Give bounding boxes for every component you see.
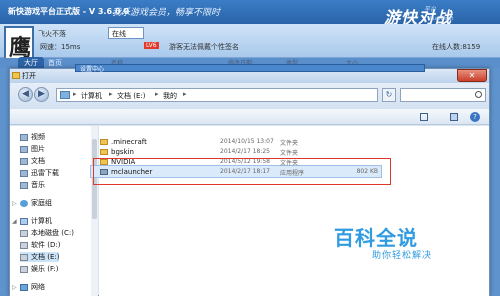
view-options-icon[interactable] <box>420 113 428 121</box>
file-type: 文件夹 <box>280 140 299 147</box>
app-header <box>0 24 500 58</box>
nav-item-documents[interactable]: 文档 <box>20 156 45 166</box>
file-row[interactable]: bgskin 2014/2/17 18:25 文件夹 <box>90 147 380 157</box>
nav-item-drive-e[interactable]: 文档 (E:) <box>20 252 60 262</box>
close-button[interactable]: ✕ <box>457 69 487 82</box>
drive-icon <box>20 229 28 237</box>
breadcrumb-separator: ▸ <box>73 90 77 98</box>
ping-readout: 网速：15ms <box>40 43 81 51</box>
toolbar: ? <box>10 109 489 125</box>
drive-icon <box>20 253 28 261</box>
app-slogan: 我乐游戏会员，畅享不限时 <box>112 8 221 18</box>
breadcrumb-folder[interactable]: 我的 <box>163 91 177 101</box>
document-icon <box>20 157 28 165</box>
app-side-left <box>0 68 9 296</box>
video-icon <box>20 133 28 141</box>
file-row[interactable]: .minecraft 2014/10/15 13:07 文件夹 <box>90 137 380 147</box>
folder-icon <box>100 139 108 145</box>
nav-item-pictures[interactable]: 图片 <box>20 144 45 154</box>
watermark-subtitle: 助你轻松解决 <box>372 251 433 261</box>
download-icon <box>20 169 28 177</box>
collapse-arrow-icon[interactable]: ◢ <box>12 218 20 225</box>
refresh-button[interactable]: ↻ <box>382 88 396 102</box>
online-count: 在线人数:8159 <box>432 43 481 51</box>
music-icon <box>20 181 28 189</box>
computer-icon <box>60 91 70 99</box>
picture-icon <box>20 145 28 153</box>
nav-item-computer[interactable]: ◢ 计算机 <box>12 216 52 226</box>
homegroup-icon <box>20 199 28 207</box>
avatar[interactable]: 鹰 <box>4 26 34 61</box>
search-input[interactable] <box>400 88 486 102</box>
expand-arrow-icon[interactable]: ▷ <box>12 200 20 207</box>
drive-icon <box>20 265 28 273</box>
folder-icon <box>12 72 20 79</box>
app-logo-sub: 平台 <box>424 6 437 13</box>
level-badge: LV6 <box>144 42 159 49</box>
navigation-bar: ◀ ▶ ▸ 计算机 ▸ 文档 (E:) ▸ 我的 ▸ ▼ ↻ <box>10 83 489 109</box>
nav-item-downloads[interactable]: 迅雷下载 <box>20 168 59 178</box>
expand-arrow-icon[interactable]: ▷ <box>12 284 20 291</box>
signature-text: 游客无法佩戴个性签名 <box>169 43 239 51</box>
file-date: 2014/2/17 18:25 <box>220 148 270 155</box>
network-icon <box>20 283 28 291</box>
settings-center-bar <box>75 64 425 72</box>
breadcrumb-drive[interactable]: 文档 (E:) <box>117 91 145 101</box>
nav-item-drive-f[interactable]: 娱乐 (F:) <box>20 264 59 274</box>
breadcrumb-computer[interactable]: 计算机 <box>81 91 102 101</box>
username: 飞火不落 <box>38 30 66 38</box>
watermark-title: 百科全说 <box>334 226 418 250</box>
file-type: 文件夹 <box>280 150 299 157</box>
breadcrumb-separator: ▸ <box>183 90 187 98</box>
help-icon[interactable]: ? <box>470 112 480 122</box>
nav-item-network[interactable]: ▷ 网络 <box>12 282 45 292</box>
nav-item-drive-c[interactable]: 本地磁盘 (C:) <box>20 228 74 238</box>
app-logo-url: kuai6.net <box>430 16 454 22</box>
status-dropdown[interactable]: 在线 <box>108 27 144 39</box>
settings-center-label: 设置中心 <box>80 66 105 73</box>
breadcrumb-separator: ▸ <box>155 90 159 98</box>
nav-item-homegroup[interactable]: ▷ 家庭组 <box>12 198 52 208</box>
navigation-pane: 视频 图片 文档 迅雷下载 音乐 ▷ 家庭组 ◢ 计算机 本地磁盘 (C:) 软件 … <box>10 126 98 296</box>
address-bar[interactable]: ▸ 计算机 ▸ 文档 (E:) ▸ 我的 ▸ ▼ <box>56 88 418 102</box>
drive-icon <box>20 241 28 249</box>
file-date: 2014/10/15 13:07 <box>220 138 274 145</box>
folder-icon <box>100 149 108 155</box>
annotation-highlight-box <box>93 158 391 185</box>
preview-pane-icon[interactable] <box>450 113 458 121</box>
computer-icon <box>20 217 28 225</box>
nav-item-video[interactable]: 视频 <box>20 132 45 142</box>
breadcrumb-separator: ▸ <box>109 90 113 98</box>
forward-button[interactable]: ▶ <box>34 87 49 102</box>
nav-item-drive-d[interactable]: 软件 (D:) <box>20 240 60 250</box>
back-button[interactable]: ◀ <box>18 87 33 102</box>
search-icon <box>475 91 482 98</box>
file-name: .minecraft <box>111 138 147 146</box>
file-name: bgskin <box>111 148 134 156</box>
dialog-title: 打开 <box>22 72 36 80</box>
nav-item-music[interactable]: 音乐 <box>20 180 45 190</box>
